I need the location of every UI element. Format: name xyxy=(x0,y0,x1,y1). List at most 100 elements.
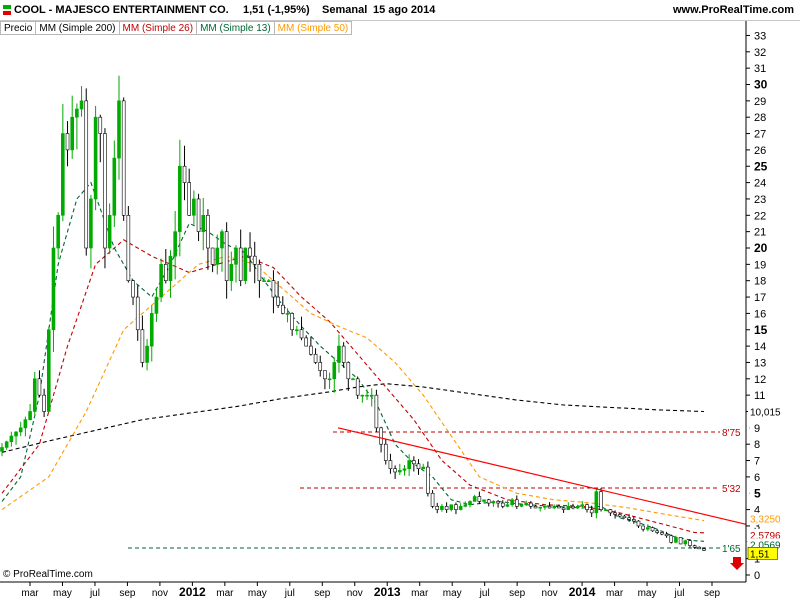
legend-ma50[interactable]: MM (Simple 50) xyxy=(273,21,353,35)
copyright: © ProRealTime.com xyxy=(3,569,93,580)
candle-body xyxy=(566,506,571,510)
y-tick-label: 20 xyxy=(754,241,768,255)
y-tick-label: 28 xyxy=(754,112,766,124)
candle-body xyxy=(304,337,309,347)
candle-body xyxy=(295,329,299,332)
candle-body xyxy=(168,255,173,281)
candle-body xyxy=(355,378,360,396)
candle-body xyxy=(697,546,702,550)
y-tick-label: 29 xyxy=(754,96,766,108)
candle-body xyxy=(192,198,196,216)
candle-body xyxy=(173,231,177,257)
candle-body xyxy=(500,502,505,507)
x-tick-label: jul xyxy=(674,588,685,599)
candle-body xyxy=(126,215,131,282)
x-axis: mar may jul sep nov 2012 mar may jul sep nov 2013 ma… xyxy=(21,582,720,599)
candle-body xyxy=(346,362,351,380)
x-tick-label: may xyxy=(53,588,72,599)
candle-body xyxy=(622,515,627,519)
candle-body xyxy=(444,506,449,510)
candle-body xyxy=(51,247,56,331)
candle-body xyxy=(290,313,294,331)
x-tick-label: nov xyxy=(542,588,558,599)
candle-body xyxy=(103,133,107,249)
candle-body xyxy=(112,157,117,216)
chart-background xyxy=(0,36,746,582)
candle-body xyxy=(491,501,496,504)
price-label: 5'32 xyxy=(722,484,741,495)
candle-body xyxy=(262,280,266,283)
candle-body xyxy=(135,296,140,331)
candle-body xyxy=(280,304,285,314)
candle-body xyxy=(580,504,585,507)
candle-body xyxy=(594,491,599,514)
price-label: 8'75 xyxy=(722,428,741,439)
candle-body xyxy=(149,313,154,347)
candle-body xyxy=(70,116,74,151)
candle-body xyxy=(660,532,664,535)
candle-body xyxy=(224,231,229,281)
candle-body xyxy=(613,512,617,515)
y-tick-label: 31 xyxy=(754,63,766,75)
candle-body xyxy=(374,394,379,429)
y-tick-label: 26 xyxy=(754,145,766,157)
candle-body xyxy=(37,378,42,396)
candle-body xyxy=(505,504,510,507)
candle-body xyxy=(9,435,14,443)
y-tick-label: 16 xyxy=(754,308,766,320)
y-tick-label: 9 xyxy=(754,423,760,435)
candle-body xyxy=(196,198,201,232)
date: 15 ago 2014 xyxy=(373,4,436,16)
candle-body xyxy=(407,460,411,470)
y-tick-label: 0 xyxy=(754,570,760,582)
y-tick-label: 5 xyxy=(754,486,761,500)
candle-body xyxy=(589,509,594,514)
candle-body xyxy=(393,468,397,473)
candle-body xyxy=(154,296,159,314)
period: Semanal xyxy=(322,4,368,16)
candle-body xyxy=(519,504,524,507)
x-tick-label: jul xyxy=(284,588,295,599)
candle-body xyxy=(46,329,51,412)
price-label: 1'65 xyxy=(722,544,741,555)
candle-body xyxy=(669,535,674,543)
y-tick-label: 30 xyxy=(754,78,768,92)
candle-body xyxy=(472,496,477,502)
site-link[interactable]: www.ProRealTime.com xyxy=(673,4,794,16)
candle-body xyxy=(514,499,519,507)
candle-body xyxy=(351,378,355,381)
chart-header: COOL - MAJESCO ENTERTAINMENT CO. 1,51 (-… xyxy=(0,0,800,21)
x-tick-label: may xyxy=(638,588,657,599)
candle-body xyxy=(426,466,430,494)
candle-body xyxy=(65,133,70,151)
y-tick-label: 25 xyxy=(754,159,768,173)
candle-body xyxy=(42,394,46,412)
candle-body xyxy=(299,329,304,339)
candle-body xyxy=(234,247,238,265)
y-tick-label: 7 xyxy=(754,456,760,468)
candle-body xyxy=(674,537,678,543)
y-axis: 0123456789101112131415161718192021222324… xyxy=(746,30,768,582)
candle-body xyxy=(201,215,206,232)
candle-body xyxy=(18,427,23,433)
x-tick-label: may xyxy=(443,588,462,599)
candle-body xyxy=(32,378,37,412)
candle-body xyxy=(229,264,234,282)
legend-ma200[interactable]: MM (Simple 200) xyxy=(35,21,120,35)
candle-body xyxy=(285,313,290,315)
candle-body xyxy=(603,509,608,511)
candle-body xyxy=(533,506,538,509)
candle-body xyxy=(332,362,337,380)
candle-body xyxy=(145,345,149,363)
legend-ma26[interactable]: MM (Simple 26) xyxy=(118,21,198,35)
legend-price[interactable]: Precio xyxy=(0,21,37,35)
candle-body xyxy=(557,506,561,509)
candle-body xyxy=(688,540,692,546)
y-tick-label: 12 xyxy=(754,374,766,386)
candle-body xyxy=(220,231,224,249)
y-tick-label: 18 xyxy=(754,276,766,288)
x-tick-label: sep xyxy=(509,588,526,599)
price-label: 10,015 xyxy=(750,407,781,418)
legend-ma13[interactable]: MM (Simple 13) xyxy=(196,21,275,35)
x-tick-label: 2014 xyxy=(569,585,596,599)
